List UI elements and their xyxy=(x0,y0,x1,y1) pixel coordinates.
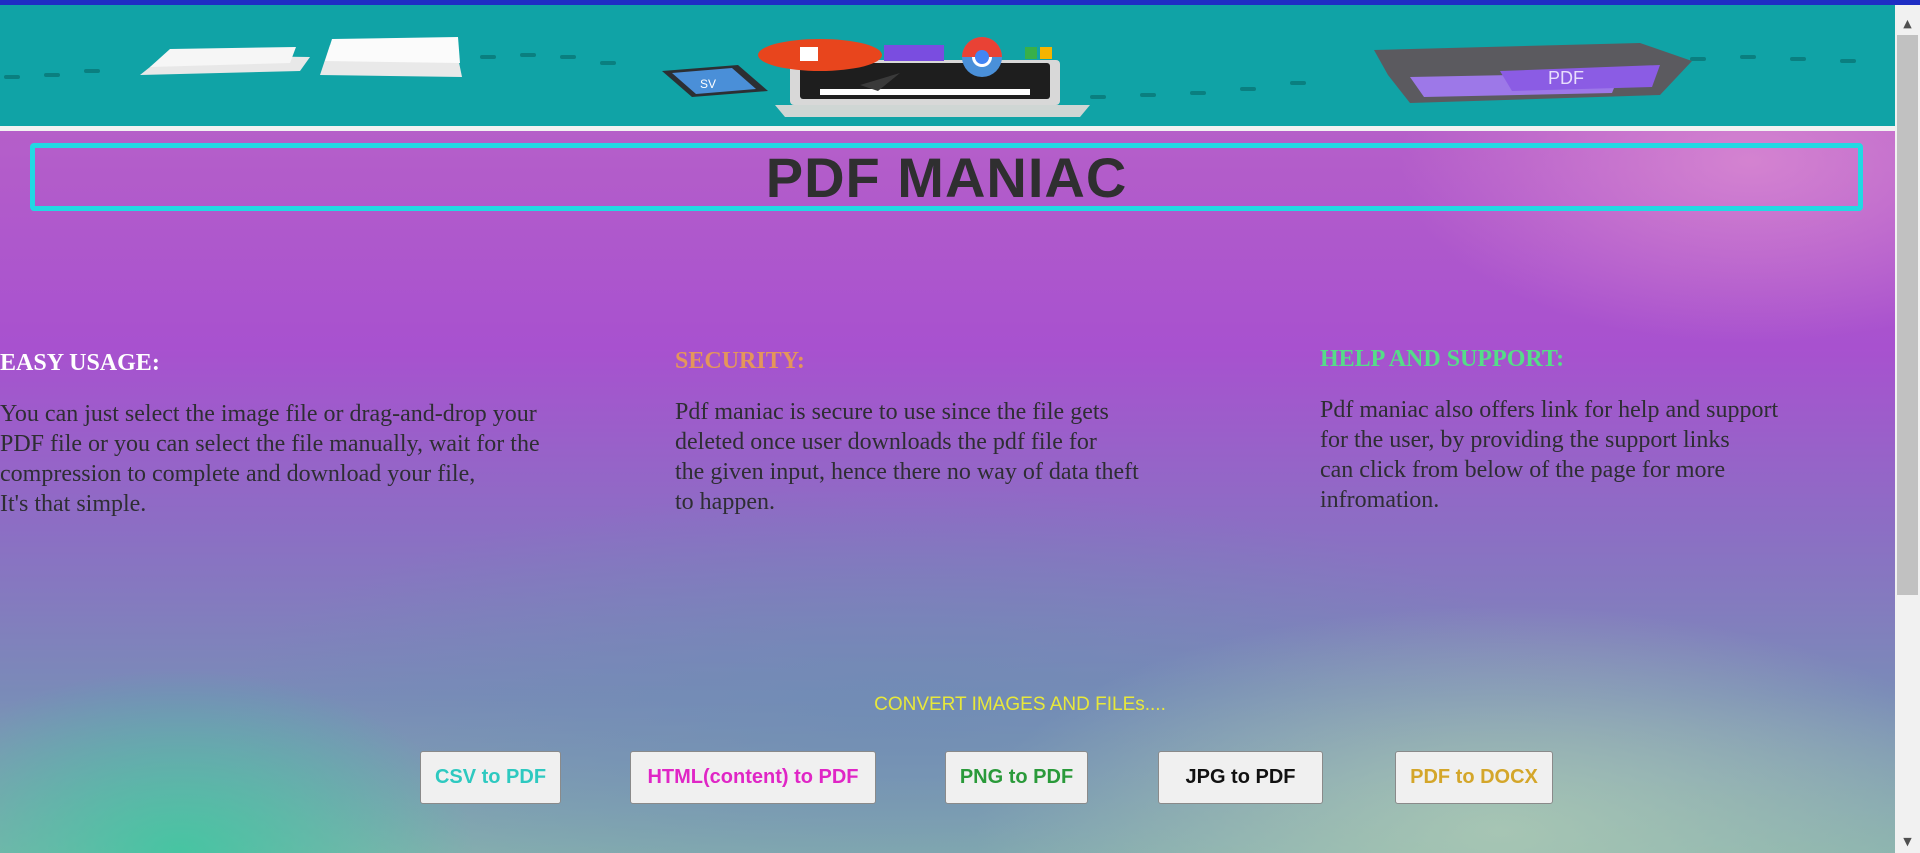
html-to-pdf-button[interactable]: HTML(content) to PDF xyxy=(630,751,876,804)
feature-line: PDF file or you can select the file manu… xyxy=(0,431,540,457)
page: SV PDF PDF MANIAC EASY USAGE: You can ju… xyxy=(0,0,1920,853)
triangle-down-icon[interactable]: ▼ xyxy=(1895,831,1920,851)
csv-to-pdf-button[interactable]: CSV to PDF xyxy=(420,751,561,804)
jpg-to-pdf-button[interactable]: JPG to PDF xyxy=(1158,751,1323,804)
banner-artwork: SV PDF xyxy=(140,37,1692,117)
page-title-box: PDF MANIAC xyxy=(30,143,1863,211)
convert-section-heading: CONVERT IMAGES AND FILEs.... xyxy=(874,694,1166,715)
feature-description: Pdf maniac is secure to use since the fi… xyxy=(675,397,1295,517)
feature-description: Pdf maniac also offers link for help and… xyxy=(1320,395,1920,515)
pdf-folder-icon: PDF xyxy=(1374,43,1692,103)
feature-heading: SECURITY: xyxy=(675,348,805,374)
office-logo-icon xyxy=(758,39,882,71)
scrollbar-thumb[interactable] xyxy=(1897,35,1918,595)
pdf-to-docx-button[interactable]: PDF to DOCX xyxy=(1395,751,1553,804)
feature-line: It's that simple. xyxy=(0,491,147,517)
feature-line: to happen. xyxy=(675,489,775,515)
feature-help-and-support: HELP AND SUPPORT: Pdf maniac also offers… xyxy=(1320,346,1920,515)
svg-text:PDF: PDF xyxy=(1548,68,1584,88)
feature-line: You can just select the image file or dr… xyxy=(0,401,537,427)
png-to-pdf-button[interactable]: PNG to PDF xyxy=(945,751,1088,804)
feature-heading: HELP AND SUPPORT: xyxy=(1320,346,1565,372)
feature-line: compression to complete and download you… xyxy=(0,461,476,487)
feature-line: infromation. xyxy=(1320,487,1440,513)
csv-file-icon: SV xyxy=(662,65,768,97)
feature-line: can click from below of the page for mor… xyxy=(1320,457,1726,483)
feature-security: SECURITY: Pdf maniac is secure to use si… xyxy=(675,348,1295,517)
banner-illustration: SV PDF xyxy=(0,5,1895,126)
feature-description: You can just select the image file or dr… xyxy=(0,399,620,519)
feature-line: Pdf maniac also offers link for help and… xyxy=(1320,397,1779,423)
svg-text:SV: SV xyxy=(700,77,716,91)
feature-line: the given input, hence there no way of d… xyxy=(675,459,1139,485)
page-title: PDF MANIAC xyxy=(765,145,1128,209)
feature-line: deleted once user downloads the pdf file… xyxy=(675,429,1097,455)
triangle-up-icon[interactable]: ▲ xyxy=(1895,13,1920,33)
stack-of-papers-icon xyxy=(140,37,462,77)
feature-heading: EASY USAGE: xyxy=(0,350,160,376)
feature-easy-usage: EASY USAGE: You can just select the imag… xyxy=(0,350,620,519)
feature-line: for the user, by providing the support l… xyxy=(1320,427,1730,453)
vertical-scrollbar[interactable]: ▲ ▼ xyxy=(1895,5,1920,853)
feature-line: Pdf maniac is secure to use since the fi… xyxy=(675,399,1109,425)
